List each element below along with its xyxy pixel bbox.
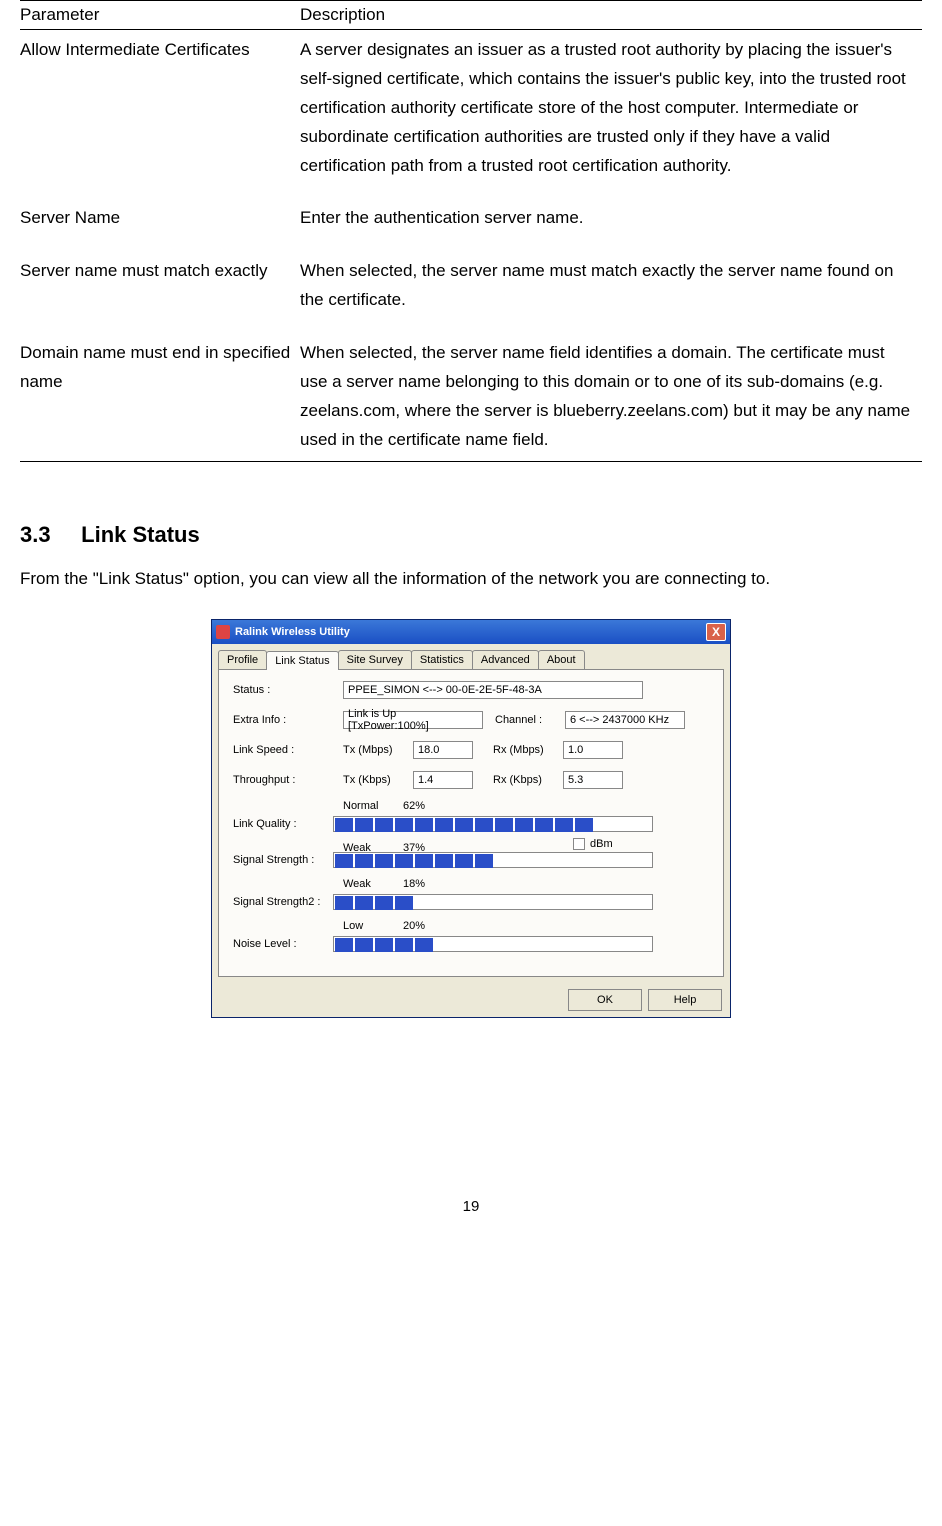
tx-kbps-value: 1.4: [413, 771, 473, 789]
noise-level-bar: [333, 936, 653, 952]
tx-mbps-value: 18.0: [413, 741, 473, 759]
section-intro: From the "Link Status" option, you can v…: [20, 566, 922, 592]
button-bar: OK Help: [212, 983, 730, 1017]
window-title: Ralink Wireless Utility: [235, 626, 706, 638]
extra-info-value: Link is Up [TxPower:100%]: [343, 711, 483, 729]
label-signal-strength: Signal Strength :: [233, 854, 333, 866]
link-quality-bar: [333, 816, 653, 832]
parameter-table: Parameter Description Allow Intermediate…: [20, 0, 922, 462]
param-cell: Domain name must end in specified name: [20, 333, 300, 461]
param-cell: Allow Intermediate Certificates: [20, 30, 300, 199]
label-extra-info: Extra Info :: [233, 714, 333, 726]
label-throughput: Throughput :: [233, 774, 333, 786]
section-title: Link Status: [81, 522, 200, 547]
rx-mbps-value: 1.0: [563, 741, 623, 759]
tab-panel: Status : PPEE_SIMON <--> 00-0E-2E-5F-48-…: [218, 669, 724, 977]
label-status: Status :: [233, 684, 333, 696]
label-link-quality: Link Quality :: [233, 818, 333, 830]
ss2-word: Weak: [343, 878, 403, 890]
tab-statistics[interactable]: Statistics: [411, 650, 473, 669]
help-button[interactable]: Help: [648, 989, 722, 1011]
page-number: 19: [20, 1198, 922, 1215]
table-row: Server name must match exactly When sele…: [20, 251, 922, 333]
close-button[interactable]: X: [706, 623, 726, 641]
table-row: Allow Intermediate Certificates A server…: [20, 30, 922, 199]
tab-about[interactable]: About: [538, 650, 585, 669]
label-tx-mbps: Tx (Mbps): [343, 744, 413, 756]
tab-site-survey[interactable]: Site Survey: [338, 650, 412, 669]
section-heading: 3.3 Link Status: [20, 522, 922, 548]
ss2-pct: 18%: [403, 878, 425, 890]
header-description: Description: [300, 1, 922, 30]
desc-cell: Enter the authentication server name.: [300, 198, 922, 251]
label-rx-kbps: Rx (Kbps): [493, 774, 563, 786]
app-icon: [216, 625, 230, 639]
desc-cell: When selected, the server name must matc…: [300, 251, 922, 333]
tab-strip: Profile Link Status Site Survey Statisti…: [212, 644, 730, 669]
signal-strength2-bar: [333, 894, 653, 910]
ralink-dialog: Ralink Wireless Utility X Profile Link S…: [211, 619, 731, 1018]
tab-profile[interactable]: Profile: [218, 650, 267, 669]
label-signal-strength2: Signal Strength2 :: [233, 896, 333, 908]
label-tx-kbps: Tx (Kbps): [343, 774, 413, 786]
nl-word: Low: [343, 920, 403, 932]
param-cell: Server name must match exactly: [20, 251, 300, 333]
label-channel: Channel :: [495, 714, 549, 726]
lq-word: Normal: [343, 800, 403, 812]
param-cell: Server Name: [20, 198, 300, 251]
desc-cell: When selected, the server name field ide…: [300, 333, 922, 461]
signal-strength-bar: [333, 852, 653, 868]
header-parameter: Parameter: [20, 1, 300, 30]
table-row: Domain name must end in specified name W…: [20, 333, 922, 461]
tab-advanced[interactable]: Advanced: [472, 650, 539, 669]
desc-cell: A server designates an issuer as a trust…: [300, 30, 922, 199]
nl-pct: 20%: [403, 920, 425, 932]
rx-kbps-value: 5.3: [563, 771, 623, 789]
table-row: Server Name Enter the authentication ser…: [20, 198, 922, 251]
tab-link-status[interactable]: Link Status: [266, 651, 338, 670]
label-link-speed: Link Speed :: [233, 744, 333, 756]
label-dbm: dBm: [590, 838, 613, 850]
dbm-checkbox[interactable]: [573, 838, 585, 850]
channel-value: 6 <--> 2437000 KHz: [565, 711, 685, 729]
label-rx-mbps: Rx (Mbps): [493, 744, 563, 756]
titlebar[interactable]: Ralink Wireless Utility X: [212, 620, 730, 644]
label-noise-level: Noise Level :: [233, 938, 333, 950]
status-value: PPEE_SIMON <--> 00-0E-2E-5F-48-3A: [343, 681, 643, 699]
ok-button[interactable]: OK: [568, 989, 642, 1011]
lq-pct: 62%: [403, 800, 425, 812]
section-number: 3.3: [20, 522, 51, 547]
